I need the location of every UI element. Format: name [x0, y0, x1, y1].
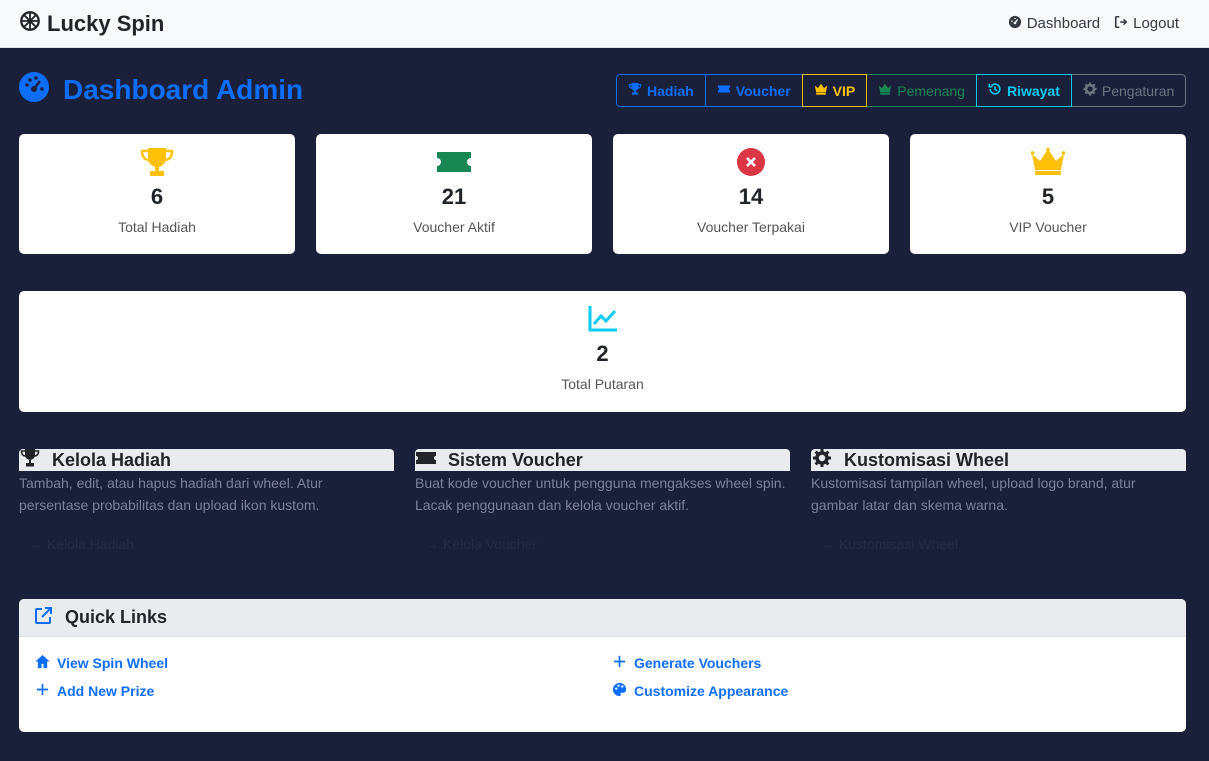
- vip-button-label: VIP: [832, 82, 856, 99]
- brand[interactable]: Lucky Spin: [19, 10, 164, 38]
- riwayat-button-label: Riwayat: [1006, 82, 1060, 99]
- ticket-icon: [416, 449, 436, 472]
- brand-label: Lucky Spin: [47, 10, 165, 36]
- pemenang-button[interactable]: Pemenang: [866, 74, 977, 107]
- page-header: Dashboard Admin: [19, 72, 303, 107]
- history-icon: [988, 82, 1002, 99]
- feature-sistem-voucher: Sistem Voucher Buat kode voucher untuk p…: [415, 449, 790, 552]
- stat-value: 2: [596, 341, 609, 366]
- stat-label: VIP Voucher: [1009, 219, 1087, 235]
- nav-logout-label: Logout: [1133, 15, 1179, 32]
- stat-value: 6: [150, 184, 164, 209]
- hadiah-button[interactable]: Hadiah: [616, 74, 706, 107]
- stat-card-voucher-terpakai: 14 Voucher Terpakai: [613, 134, 889, 254]
- feature-description: Tambah, edit, atau hapus hadiah dari whe…: [19, 475, 323, 513]
- customize-appearance-link[interactable]: Customize Appearance: [612, 682, 788, 700]
- crown-icon: [1030, 148, 1066, 176]
- crown-icon: [878, 82, 892, 99]
- add-new-prize-link[interactable]: Add New Prize: [35, 682, 154, 700]
- gear-icon: [812, 448, 832, 472]
- pemenang-button-label: Pemenang: [897, 82, 965, 99]
- stat-label: Total Hadiah: [118, 219, 196, 235]
- stat-value: 21: [441, 184, 467, 209]
- kelola-hadiah-link[interactable]: → Kelola Hadiah: [19, 536, 394, 552]
- stat-label: Total Putaran: [561, 376, 644, 392]
- gauge-icon: [1008, 15, 1022, 33]
- voucher-button-label: Voucher: [735, 82, 791, 99]
- feature-title: Kelola Hadiah: [52, 449, 172, 470]
- feature-title: Sistem Voucher: [448, 449, 583, 470]
- palette-icon: [612, 682, 627, 700]
- external-link-icon: [34, 606, 53, 630]
- quick-links-card: Quick Links View Spin Wheel Add New Priz…: [19, 599, 1186, 732]
- vip-button[interactable]: VIP: [801, 74, 868, 107]
- quick-link-label: Customize Appearance: [634, 683, 789, 699]
- nav-dashboard-label: Dashboard: [1026, 15, 1101, 32]
- feature-kelola-hadiah: Kelola Hadiah Tambah, edit, atau hapus h…: [19, 448, 394, 552]
- admin-nav-button-group: Hadiah Voucher VIP Pemenang Riwayat Peng…: [616, 74, 1187, 107]
- stat-card-voucher-aktif: 21 Voucher Aktif: [316, 134, 592, 254]
- riwayat-button[interactable]: Riwayat: [975, 74, 1072, 107]
- feature-title: Kustomisasi Wheel: [844, 449, 1010, 470]
- stat-card-total-putaran: 2 Total Putaran: [19, 291, 1186, 412]
- pengaturan-button-label: Pengaturan: [1101, 82, 1175, 99]
- quick-link-label: Add New Prize: [57, 683, 155, 699]
- quick-links-title: Quick Links: [65, 607, 168, 627]
- feature-kustomisasi-wheel: Kustomisasi Wheel Kustomisasi tampilan w…: [811, 448, 1186, 552]
- stat-label: Voucher Terpakai: [697, 219, 805, 235]
- feature-description: Buat kode voucher untuk pengguna mengaks…: [415, 475, 786, 513]
- quick-link-label: Generate Vouchers: [634, 655, 762, 671]
- navbar: Lucky Spin Dashboard Logout: [0, 0, 1209, 48]
- nav-dashboard-link[interactable]: Dashboard: [1008, 15, 1100, 33]
- feature-description: Kustomisasi tampilan wheel, upload logo …: [811, 475, 1136, 513]
- quick-links-header: Quick Links: [19, 599, 1186, 637]
- trophy-icon: [628, 82, 642, 99]
- kelola-voucher-link[interactable]: → Kelola Voucher: [415, 536, 790, 552]
- generate-vouchers-link[interactable]: Generate Vouchers: [612, 654, 761, 672]
- pengaturan-button[interactable]: Pengaturan: [1070, 74, 1187, 107]
- crown-icon: [814, 82, 828, 99]
- dashboard-gauge-icon: [19, 72, 49, 107]
- quick-link-label: View Spin Wheel: [57, 655, 168, 671]
- kustomisasi-wheel-link[interactable]: → Kustomisasi Wheel: [811, 536, 1186, 552]
- stat-card-total-hadiah: 6 Total Hadiah: [19, 134, 295, 254]
- stat-value: 14: [738, 184, 764, 209]
- logout-icon: [1114, 15, 1128, 33]
- x-circle-icon: [733, 148, 769, 176]
- hadiah-button-label: Hadiah: [647, 82, 694, 99]
- page-title: Dashboard Admin: [63, 73, 304, 105]
- stat-value: 5: [1041, 184, 1055, 209]
- chart-line-icon: [585, 305, 621, 333]
- voucher-button[interactable]: Voucher: [704, 74, 803, 107]
- gear-icon: [1083, 82, 1097, 99]
- stat-card-vip-voucher: 5 VIP Voucher: [910, 134, 1186, 254]
- trophy-icon: [139, 148, 175, 176]
- home-icon: [35, 654, 50, 672]
- plus-icon: [612, 654, 627, 672]
- ticket-icon: [436, 148, 472, 176]
- plus-icon: [35, 682, 50, 700]
- trophy-icon: [20, 448, 40, 472]
- ticket-icon: [717, 82, 731, 99]
- nav-logout-link[interactable]: Logout: [1114, 15, 1179, 33]
- view-spin-wheel-link[interactable]: View Spin Wheel: [35, 654, 168, 672]
- wheel-icon: [19, 10, 41, 38]
- stat-label: Voucher Aktif: [413, 219, 495, 235]
